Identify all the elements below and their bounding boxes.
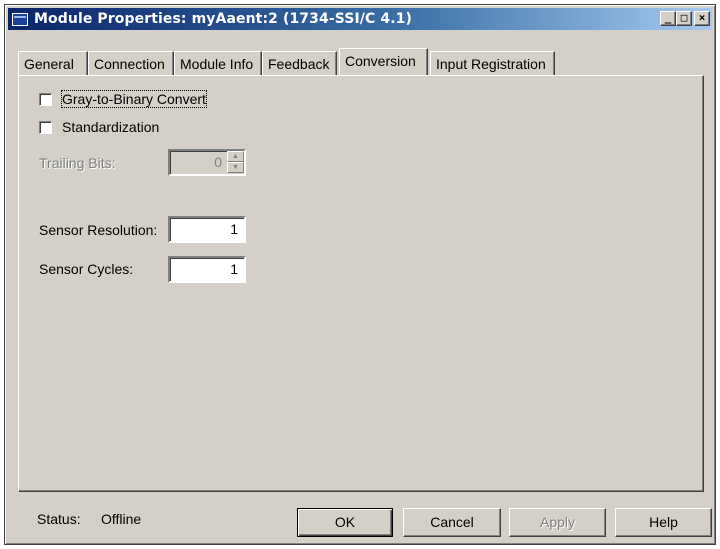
maximize-button[interactable]: □ <box>676 11 692 26</box>
close-button[interactable]: × <box>694 11 710 26</box>
standardization-option[interactable]: Standardization <box>39 119 159 135</box>
tab-input-registration[interactable]: Input Registration <box>430 51 555 75</box>
conversion-tab-panel <box>18 75 704 492</box>
apply-button[interactable]: Apply <box>509 508 606 537</box>
standardization-label[interactable]: Standardization <box>62 119 159 135</box>
tab-module-info[interactable]: Module Info <box>174 51 262 75</box>
window-title: Module Properties: myAaent:2 (1734-SSI/C… <box>34 11 412 27</box>
title-bar[interactable]: Module Properties: myAaent:2 (1734-SSI/C… <box>8 8 712 30</box>
gray-to-binary-option[interactable]: Gray-to-Binary Convert <box>39 90 207 108</box>
standardization-checkbox[interactable] <box>39 120 52 134</box>
ok-button[interactable]: OK <box>297 508 393 537</box>
gray-to-binary-checkbox[interactable] <box>39 92 52 106</box>
tab-feedback[interactable]: Feedback <box>262 51 337 75</box>
status-label: Status: <box>37 511 81 527</box>
help-button[interactable]: Help <box>615 508 712 537</box>
sensor-cycles-input[interactable]: 1 <box>168 256 246 283</box>
status-value: Offline <box>101 511 142 527</box>
tab-conversion[interactable]: Conversion <box>339 48 428 75</box>
gray-to-binary-label[interactable]: Gray-to-Binary Convert <box>61 90 207 108</box>
minimize-button[interactable]: _ <box>660 11 676 26</box>
cancel-button[interactable]: Cancel <box>403 508 501 537</box>
trailing-bits-spin-buttons: ▲ ▼ <box>227 151 244 174</box>
spin-up-icon: ▲ <box>227 151 244 162</box>
trailing-bits-value: 0 <box>214 154 222 170</box>
window-app-icon <box>12 12 28 26</box>
trailing-bits-spinner: 0 ▲ ▼ <box>168 149 246 176</box>
trailing-bits-label: Trailing Bits: <box>39 155 116 171</box>
window-controls: _ □ × <box>660 11 710 26</box>
tab-connection[interactable]: Connection <box>88 51 174 75</box>
sensor-resolution-label: Sensor Resolution: <box>39 222 158 238</box>
spin-down-icon: ▼ <box>227 162 244 173</box>
sensor-resolution-input[interactable]: 1 <box>168 216 246 243</box>
tab-strip: General Connection Module Info Feedback … <box>18 48 705 76</box>
sensor-cycles-label: Sensor Cycles: <box>39 261 134 277</box>
tab-general[interactable]: General <box>18 51 88 75</box>
